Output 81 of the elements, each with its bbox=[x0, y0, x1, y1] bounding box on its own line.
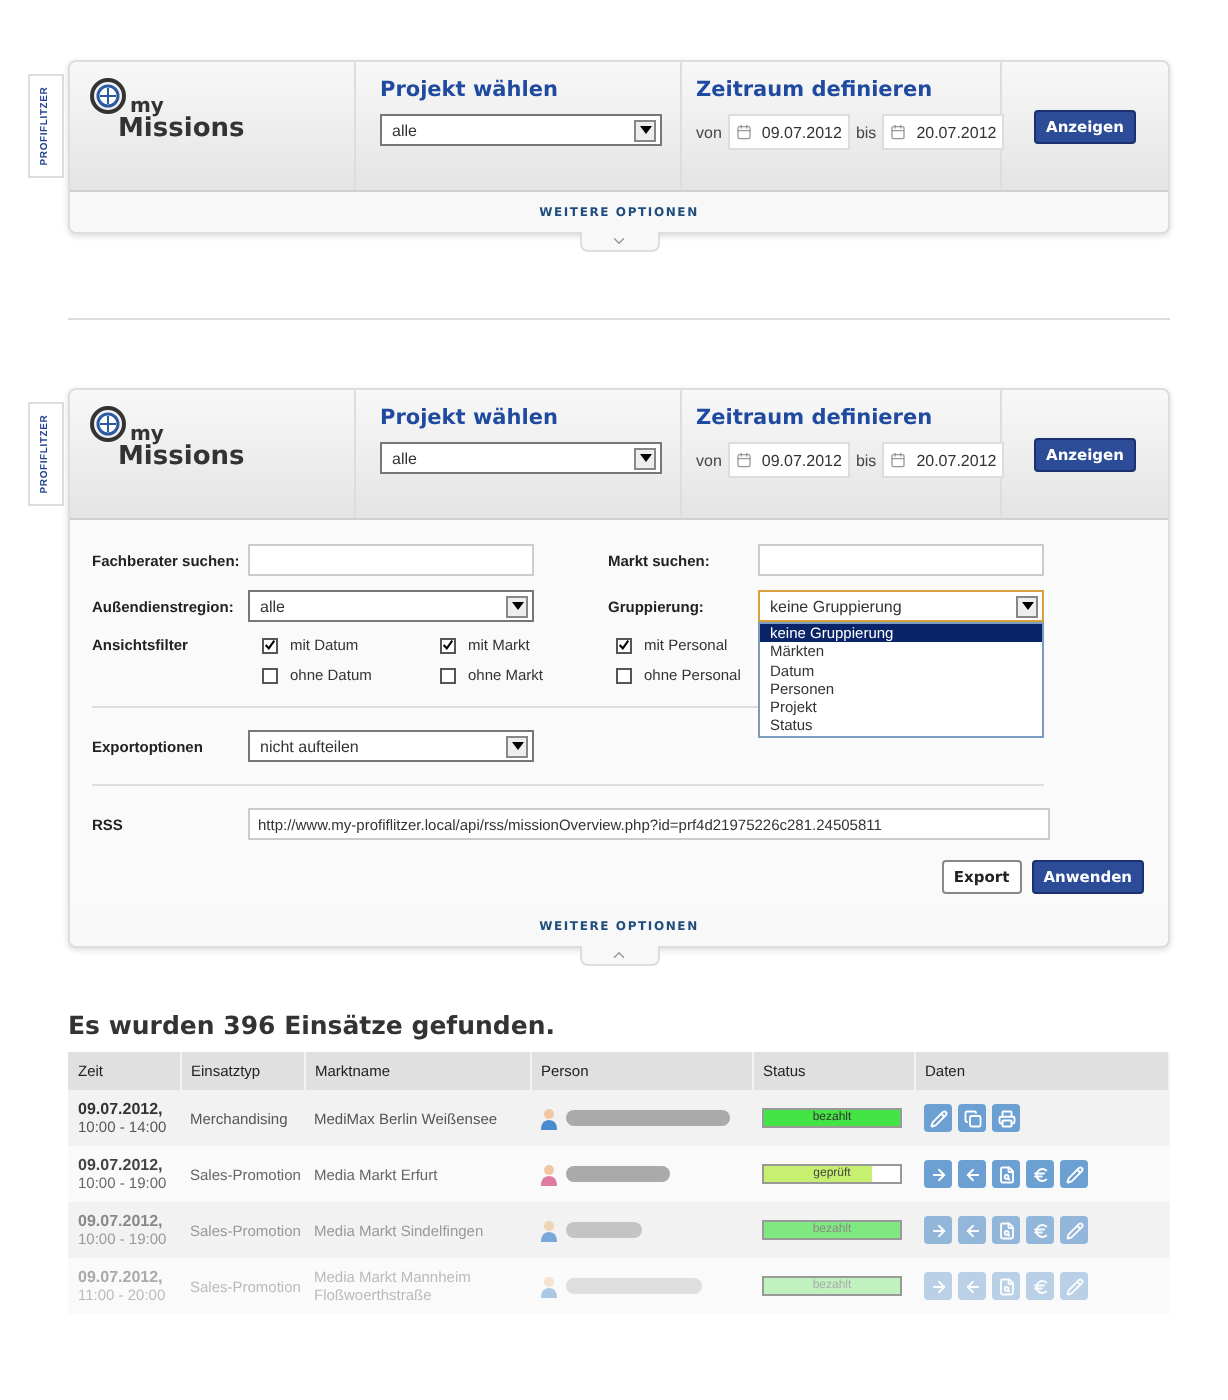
dropdown[interactable]: nicht aufteilen bbox=[248, 730, 534, 762]
pencil-icon bbox=[1065, 1165, 1083, 1183]
dropdown[interactable]: alle bbox=[248, 590, 534, 622]
section-heading: Projekt wählen bbox=[380, 78, 560, 102]
input-field[interactable] bbox=[758, 544, 1044, 576]
project-dropdown[interactable]: alle bbox=[380, 114, 662, 146]
inspect-button[interactable] bbox=[992, 1216, 1020, 1244]
edit-button[interactable] bbox=[1060, 1272, 1088, 1300]
back-button[interactable] bbox=[958, 1160, 986, 1188]
pencil-icon bbox=[1065, 1277, 1083, 1295]
date-label: von bbox=[696, 451, 722, 469]
date-label: bis bbox=[855, 123, 877, 141]
logo-text: Missions bbox=[118, 442, 247, 472]
date-field[interactable]: 20.07.2012 bbox=[882, 442, 1005, 478]
chevron-down-icon bbox=[610, 232, 628, 250]
payment-button[interactable] bbox=[1026, 1272, 1054, 1300]
arrow-right-icon bbox=[929, 1277, 947, 1295]
euro-icon bbox=[1031, 1221, 1049, 1239]
project-dropdown[interactable]: alle bbox=[380, 442, 662, 474]
section-heading: Projekt wählen bbox=[380, 406, 560, 430]
date-text: 09.07.2012, bbox=[78, 1212, 165, 1230]
date-text: 09.07.2012, bbox=[78, 1100, 165, 1118]
pencil-icon bbox=[1065, 1221, 1083, 1239]
checkbox[interactable] bbox=[440, 637, 456, 653]
document-search-icon bbox=[997, 1277, 1015, 1295]
target-logo-icon bbox=[90, 406, 126, 442]
date-text: 09.07.2012, bbox=[78, 1156, 165, 1174]
document-search-icon bbox=[997, 1165, 1015, 1183]
calendar-icon bbox=[890, 124, 907, 140]
print-button[interactable] bbox=[992, 1104, 1020, 1132]
date-field[interactable]: 09.07.2012 bbox=[727, 114, 850, 150]
date-label: von bbox=[696, 123, 722, 141]
date-label: bis bbox=[855, 451, 877, 469]
arrow-right-icon bbox=[929, 1221, 947, 1239]
forward-button[interactable] bbox=[924, 1272, 952, 1300]
euro-icon bbox=[1031, 1165, 1049, 1183]
payment-button[interactable] bbox=[1026, 1216, 1054, 1244]
redacted-name bbox=[566, 1278, 702, 1294]
arrow-left-icon bbox=[963, 1221, 981, 1239]
checkbox[interactable] bbox=[616, 637, 632, 653]
inspect-button[interactable] bbox=[992, 1160, 1020, 1188]
pencil-icon bbox=[929, 1109, 947, 1127]
section-heading: Zeitraum definieren bbox=[696, 406, 935, 430]
input-field[interactable] bbox=[248, 544, 534, 576]
euro-icon bbox=[1031, 1277, 1049, 1295]
section-heading: Zeitraum definieren bbox=[696, 78, 935, 102]
inspect-button[interactable] bbox=[992, 1272, 1020, 1300]
redacted-name bbox=[566, 1166, 670, 1182]
forward-button[interactable] bbox=[924, 1216, 952, 1244]
checkbox[interactable] bbox=[262, 637, 278, 653]
checkbox[interactable] bbox=[616, 667, 632, 683]
target-logo-icon bbox=[90, 78, 126, 114]
edit-button[interactable] bbox=[1060, 1160, 1088, 1188]
arrow-right-icon bbox=[929, 1165, 947, 1183]
calendar-icon bbox=[890, 452, 907, 468]
redacted-name bbox=[566, 1222, 642, 1238]
logo-text: Missions bbox=[118, 114, 247, 144]
checkbox[interactable] bbox=[262, 667, 278, 683]
results-heading: Es wurden 396 Einsätze gefunden. bbox=[68, 1010, 557, 1040]
edit-button[interactable] bbox=[1060, 1216, 1088, 1244]
date-text: 09.07.2012, bbox=[78, 1268, 165, 1286]
calendar-icon bbox=[735, 452, 752, 468]
copy-button[interactable] bbox=[958, 1104, 986, 1132]
copy-icon bbox=[963, 1109, 981, 1127]
logo-text: my bbox=[130, 424, 164, 446]
arrow-left-icon bbox=[963, 1277, 981, 1295]
logo-text: my bbox=[130, 96, 164, 118]
edit-button[interactable] bbox=[924, 1104, 952, 1132]
back-button[interactable] bbox=[958, 1216, 986, 1244]
document-search-icon bbox=[997, 1221, 1015, 1239]
date-field[interactable]: 20.07.2012 bbox=[882, 114, 1005, 150]
calendar-icon bbox=[735, 124, 752, 140]
dropdown[interactable]: keine Gruppierung bbox=[758, 590, 1044, 622]
arrow-left-icon bbox=[963, 1165, 981, 1183]
chevron-up-icon bbox=[610, 946, 628, 964]
forward-button[interactable] bbox=[924, 1160, 952, 1188]
payment-button[interactable] bbox=[1026, 1160, 1054, 1188]
date-field[interactable]: 09.07.2012 bbox=[727, 442, 850, 478]
printer-icon bbox=[997, 1109, 1015, 1127]
checkbox[interactable] bbox=[440, 667, 456, 683]
back-button[interactable] bbox=[958, 1272, 986, 1300]
